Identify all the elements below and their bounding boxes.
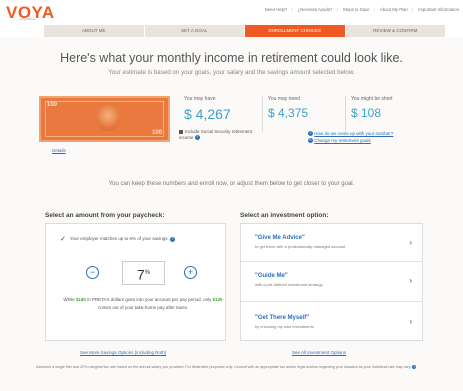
net-amount: $135 [212,297,223,302]
option-title: "Guide Me" [255,273,288,279]
summary-links: ? How do we come up with your number? ✎ … [308,130,393,144]
percent-sign: % [144,270,151,276]
pretax-amount: $180 [75,297,86,302]
short-summary: You might be short $ 108 [345,96,441,132]
keep-numbers-text: You can keep these numbers and enroll no… [108,181,355,187]
chevron-right-icon: › [409,276,412,285]
chevron-right-icon: › [409,317,412,326]
change-goals-link[interactable]: Change my retirement goals [314,138,371,143]
contribution-percent-input[interactable]: 7% [122,261,165,285]
bill-corner-value: 100 [151,130,162,136]
investment-option-guide[interactable]: "Guide Me" with a pre-defined investment… [241,262,422,302]
pretax-explanation: While $180 in PRETAX dollars goes into y… [60,296,226,312]
top-links: Need Help? | ¿Necesita Ayuda? | Steps to S… [264,7,459,12]
logo-tagline: FINANCIAL [20,17,36,21]
necesita-ayuda-link[interactable]: ¿Necesita Ayuda? [298,7,333,12]
footnote-text: Assumes a single filer and 22% marginal … [36,365,412,369]
pretax-text: comes out of your take-home pay after ta… [97,305,189,310]
investment-option-advice[interactable]: "Give Me Advice" to get there with a pro… [241,224,422,262]
option-title: "Get There Myself" [255,315,310,321]
chevron-right-icon: › [409,238,412,247]
option-description: to get there with a professionally manag… [255,244,346,249]
investment-option-myself[interactable]: "Get There Myself" by choosing my own in… [241,302,422,340]
need-help-link[interactable]: Need Help? [265,7,288,12]
checkmark-icon: ✓ [60,236,66,243]
dollar-bill-image: 100 100 [39,96,170,142]
percent-value: 7 [136,266,145,283]
see-more-savings-link[interactable]: See More Savings Options (including Roth… [80,350,166,355]
bill-corner-value: 100 [47,102,58,108]
page-title: Here's what your monthly income in retir… [60,51,403,65]
tab-set-a-goal[interactable]: SET A GOAL [144,25,245,37]
help-icon[interactable]: ? [194,135,200,141]
steps-to-save-link[interactable]: Steps to Save [343,7,370,12]
gear-icon: ✎ [308,138,313,144]
social-security-checkbox[interactable] [179,129,183,134]
may-have-summary: You may have $ 4,267 [184,96,256,132]
short-label: You might be short [351,96,393,102]
investment-section-title: Select an investment option: [240,212,329,219]
tab-enrollment-choices[interactable]: ENROLLMENT CHOICES [245,25,346,37]
tab-about-me[interactable]: ABOUT ME [44,25,145,37]
help-icon: ? [308,131,313,137]
social-security-option[interactable]: Include Social Security retirement incom… [179,129,267,141]
about-my-plan-link[interactable]: About My Plan [380,7,408,12]
progress-tabs: ABOUT ME SET A GOAL ENROLLMENT CHOICES R… [44,25,446,37]
pretax-text: in PRETAX dollars goes into your account… [85,297,213,302]
bill-portrait [96,103,120,131]
short-value: $ 108 [351,106,382,120]
employer-match-text: ✓ Your employer matches up to 6% of your … [60,235,176,243]
pretax-text: While [63,297,76,302]
page-subtitle: Your estimate is based on your goals, yo… [108,69,355,76]
may-have-label: You may have [184,96,216,102]
paycheck-section-title: Select an amount from your paycheck: [45,212,165,219]
may-need-summary: You may need $ 4,375 [262,96,340,132]
may-need-label: You may need [268,96,300,102]
top-bar: VOYA FINANCIAL Need Help? | ¿Necesita Ayu… [0,0,463,22]
social-security-label: Include Social Security retirement incom… [179,129,253,140]
help-icon[interactable]: ? [170,236,176,242]
option-description: with a pre-defined investment strategy [255,282,323,287]
may-have-value: $ 4,267 [184,106,231,122]
details-link[interactable]: Details [52,148,66,153]
increase-button[interactable]: + [184,266,197,279]
option-title: "Give Me Advice" [255,235,305,241]
how-we-calculate-link[interactable]: How do we come up with your number? [314,131,393,136]
tab-review-confirm[interactable]: REVIEW & CONFIRM [345,25,446,37]
decrease-button[interactable]: − [86,266,99,279]
contribution-stepper: − 7% + [78,261,208,285]
match-label: Your employer matches up to 6% of your s… [69,236,169,242]
important-information-link[interactable]: Important Information [418,7,459,12]
see-all-investments-link[interactable]: See All Investment Options [292,350,346,355]
option-description: by choosing my own investments [255,324,314,329]
may-need-value: $ 4,375 [268,106,309,120]
footnote: Assumes a single filer and 22% marginal … [36,365,446,370]
help-icon[interactable]: ? [412,365,417,370]
investment-panel: "Give Me Advice" to get there with a pro… [240,223,423,341]
paycheck-panel: ✓ Your employer matches up to 6% of your … [45,223,226,341]
